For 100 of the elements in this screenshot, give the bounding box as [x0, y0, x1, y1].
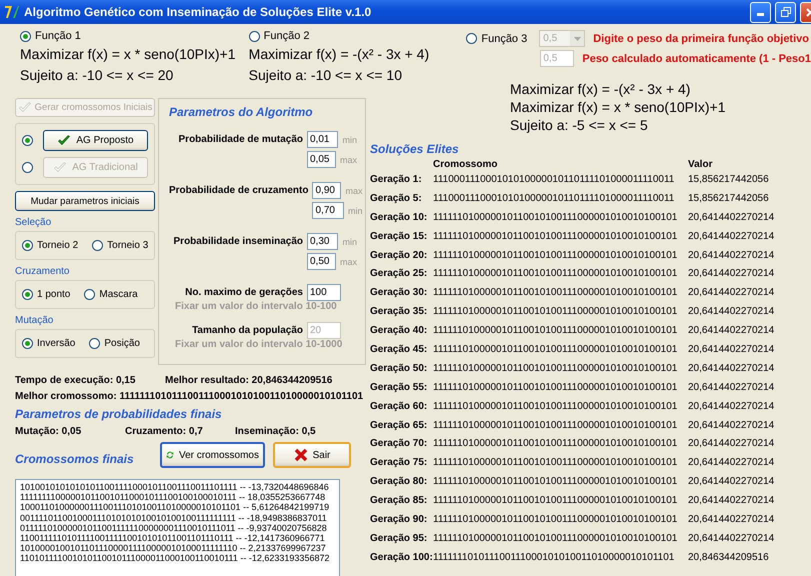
- radio-label[interactable]: Função 3: [481, 32, 528, 44]
- final-parameter-text: Cruzamento: 0,7: [125, 426, 204, 437]
- caret-icon: [574, 36, 581, 40]
- chromosome-cell-text: 111111010000010110010100111000001010010100101: [433, 325, 678, 336]
- generation-label: Geração 80:: [370, 476, 428, 488]
- weight-hint: Digite o peso da primeira função objetivo: [593, 32, 809, 44]
- value-cell-text: 20,6414402270214: [688, 325, 776, 336]
- generation-label: Geração 1:: [370, 174, 423, 185]
- best-result-text: Melhor resultado: 20,846344209516: [165, 375, 332, 386]
- value-cell-text: 20,6414402270214: [688, 306, 776, 318]
- generation-label: Geração 65:: [370, 420, 428, 431]
- parameter-field[interactable]: 0,70: [312, 202, 344, 219]
- radio-button[interactable]: [92, 240, 104, 251]
- best-chromosome-text: Melhor cromossomo: 111111101011100111000101010011010000010101101: [15, 391, 364, 402]
- generation-label: Geração 50:: [370, 362, 428, 374]
- chromosome-cell-text: 111111010000010110010100111000001010010100101: [433, 250, 678, 260]
- radio-button[interactable]: [466, 33, 478, 44]
- chromosome-cell-text: 111111010000010110010100111000001010010100101: [433, 382, 678, 393]
- radio-label[interactable]: 1 ponto: [37, 289, 70, 300]
- value-cell-text: 20,6414402270214: [688, 344, 776, 355]
- parameter-field[interactable]: 0,01: [307, 131, 338, 148]
- maximize-button[interactable]: [775, 2, 796, 22]
- chromosome-cell-text: 111111010000010110010100111000001010010100101: [433, 495, 678, 506]
- chromosome-cell-text: 111000111000101010000010110111101000011110011: [433, 174, 676, 185]
- checkmark-icon: [53, 162, 68, 173]
- checkmark-icon: [57, 135, 72, 146]
- radio-label[interactable]: Mascara: [99, 289, 138, 300]
- value-cell-text: 20,6414402270214: [688, 476, 776, 488]
- chromosome-line: 111111110000010110010110001011100100100010111 -- 18,0355253667748: [20, 492, 326, 502]
- parameter-field[interactable]: 0,50: [307, 253, 336, 270]
- chromosome-line: 101000010010110111000011110000010100011111110 -- 2,21337699967237: [20, 543, 327, 554]
- chromosome-cell-text: 111111010000010110010100111000001010010100101: [433, 420, 678, 431]
- radio-label[interactable]: Torneio 3: [107, 240, 148, 251]
- execution-time-text: Tempo de execução: 0,15: [15, 375, 136, 386]
- chromosome-cell-text: 111111010000010110010100111000001010010100101: [433, 362, 678, 374]
- radio-label[interactable]: Inversão: [37, 338, 76, 349]
- chromosome-line: 001111011001000111010101010010100100111111111 -- -18,9498386837011: [20, 512, 328, 523]
- objective-text: Maximizar f(x) = -(x² - 3x + 4): [248, 45, 430, 63]
- radio-button[interactable]: [84, 289, 96, 300]
- refresh-button[interactable]: Ver cromossomos: [160, 442, 265, 468]
- chromosome-cell-text: 111111010000010110010100111000001010010100101: [433, 268, 678, 280]
- value-cell-text: 20,6414402270214: [688, 420, 776, 431]
- radio-button[interactable]: [22, 240, 33, 251]
- radio-label[interactable]: Função 1: [35, 30, 81, 42]
- bound-label: max: [345, 186, 362, 196]
- radio-button[interactable]: [248, 30, 260, 42]
- value-cell-text: 15,856217442056: [688, 174, 770, 185]
- chromosome-cell-text: 111111010000010110010100111000001010010100101: [433, 344, 678, 355]
- value-cell-text: 20,6414402270214: [688, 438, 776, 450]
- chromosome-cell-text: 111111010000010110010100111000001010010100101: [433, 476, 678, 488]
- parameter-field[interactable]: 0,30: [307, 233, 338, 250]
- constraint-text: Sujeito a: -10 <= x <= 10: [248, 66, 404, 84]
- bound-label: min: [342, 134, 357, 144]
- restore-icon: [780, 7, 790, 17]
- change-parameters-button[interactable]: Mudar parametros iniciais: [15, 191, 155, 211]
- hint-text: Fixar um valor do intervalo 10-1000: [174, 339, 344, 350]
- radio-button[interactable]: [22, 289, 33, 300]
- radio-button[interactable]: [22, 135, 33, 146]
- parameter-field[interactable]: 0,05: [307, 151, 336, 168]
- chromosome-line: 100011010000001110011101010011010000010101101 -- 5,61264842199719: [20, 502, 330, 513]
- chromosome-cell-text: 111000111000101010000010110111101000011110011: [433, 192, 676, 204]
- chromosome-line: 101001010101010110011110001011001110011101111 -- -13,7320448696846: [20, 482, 330, 492]
- value-cell-text: 20,6414402270214: [688, 268, 776, 280]
- generation-label: Geração 40:: [370, 325, 428, 336]
- radio-button[interactable]: [20, 30, 31, 42]
- algorithm-button[interactable]: AG Proposto: [43, 130, 148, 151]
- chromosome-list-box[interactable]: [15, 479, 340, 576]
- generation-label: Geração 100:: [370, 552, 433, 563]
- radio-button[interactable]: [22, 338, 33, 349]
- chromosome-cell-text: 111111010000010110010100111000001010010100101: [433, 438, 678, 450]
- bound-label: max: [340, 154, 357, 164]
- generation-label: Geração 45:: [370, 344, 428, 355]
- column-header: Valor: [688, 158, 714, 170]
- chromosome-line: 011111010000010110011111100000001110010111011 -- -9,93740020756828: [20, 522, 328, 534]
- section-title: Parametros de probabilidades finais: [15, 407, 223, 421]
- chromosome-cell-text: 111111010000010110010100111000001010010100101: [433, 514, 678, 525]
- parameter-field[interactable]: 100: [307, 284, 341, 301]
- constraint-text: Sujeito a: -10 <= x <= 20: [20, 66, 174, 84]
- value-cell-text: 20,6414402270214: [688, 212, 776, 223]
- generation-label: Geração 35:: [370, 306, 428, 318]
- radio-label[interactable]: Torneio 2: [37, 240, 78, 251]
- value-cell-text: 15,856217442056: [688, 192, 770, 204]
- radio-button[interactable]: [89, 338, 100, 349]
- minimize-button[interactable]: [750, 2, 771, 22]
- value-cell-text: 20,6414402270214: [688, 287, 776, 298]
- parameter-label: No. maximo de gerações: [184, 286, 303, 300]
- radio-label[interactable]: Posição: [104, 338, 140, 349]
- generation-label: Geração 55:: [370, 382, 428, 393]
- radio-label[interactable]: Função 2: [264, 30, 310, 42]
- value-cell-text: 20,6414402270214: [688, 382, 776, 393]
- parameter-field[interactable]: 0,90: [312, 182, 342, 199]
- chromosome-line: 110101111001010110010111000011000100110010111 -- -12,6233193356872: [20, 553, 330, 564]
- weight-hint: Peso calculado automaticamente (1 - Peso1: [582, 52, 811, 64]
- generation-label: Geração 15:: [370, 230, 428, 242]
- value-cell-text: 20,6414402270214: [688, 230, 776, 242]
- generation-label: Geração 30:: [370, 287, 428, 298]
- checkmark-icon: [18, 102, 32, 113]
- exit-button[interactable]: Sair: [273, 442, 351, 468]
- value-cell-text: 20,6414402270214: [688, 495, 776, 506]
- chromosome-cell-text: 111111010000010110010100111000001010010100101: [433, 532, 678, 544]
